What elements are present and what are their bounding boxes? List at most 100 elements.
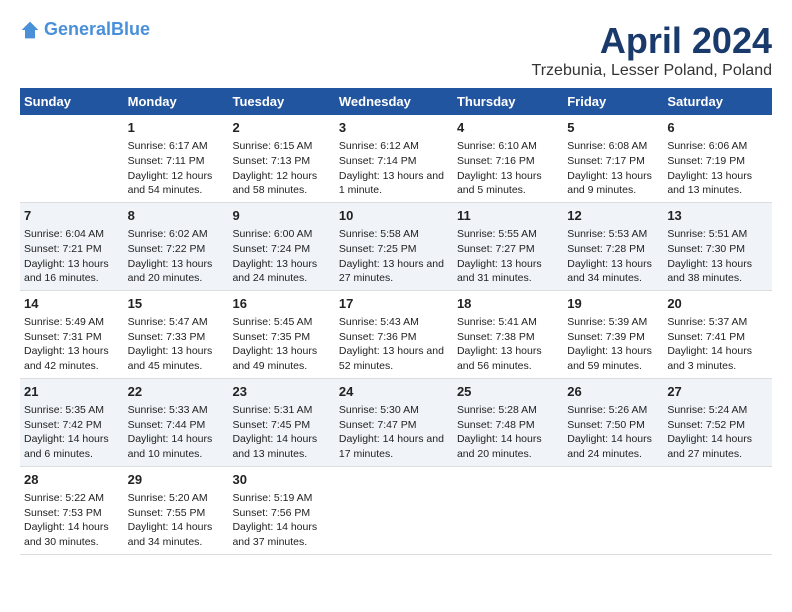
day-number: 29: [128, 471, 225, 489]
sunset-text: Sunset: 7:16 PM: [457, 154, 559, 169]
sunset-text: Sunset: 7:47 PM: [339, 418, 449, 433]
day-number: 16: [232, 295, 330, 313]
calendar-cell: [20, 115, 124, 202]
col-header-tuesday: Tuesday: [228, 88, 334, 115]
sunset-text: Sunset: 7:19 PM: [667, 154, 768, 169]
sunset-text: Sunset: 7:27 PM: [457, 242, 559, 257]
day-number: 6: [667, 119, 768, 137]
calendar-cell: [563, 466, 663, 554]
cell-content: 2Sunrise: 6:15 AMSunset: 7:13 PMDaylight…: [232, 119, 330, 198]
sunset-text: Sunset: 7:53 PM: [24, 506, 120, 521]
logo-blue: Blue: [111, 19, 150, 39]
main-title: April 2024: [532, 20, 772, 62]
week-row-4: 21Sunrise: 5:35 AMSunset: 7:42 PMDayligh…: [20, 378, 772, 466]
day-number: 22: [128, 383, 225, 401]
calendar-cell: 22Sunrise: 5:33 AMSunset: 7:44 PMDayligh…: [124, 378, 229, 466]
logo: GeneralBlue: [20, 20, 150, 40]
calendar-cell: 30Sunrise: 5:19 AMSunset: 7:56 PMDayligh…: [228, 466, 334, 554]
day-number: 28: [24, 471, 120, 489]
day-number: 18: [457, 295, 559, 313]
calendar-cell: 9 Sunrise: 6:00 AMSunset: 7:24 PMDaylight…: [228, 202, 334, 290]
calendar-cell: [335, 466, 453, 554]
cell-content: 25Sunrise: 5:28 AMSunset: 7:48 PMDayligh…: [457, 383, 559, 462]
calendar-cell: 4Sunrise: 6:10 AMSunset: 7:16 PMDaylight…: [453, 115, 563, 202]
cell-content: 4Sunrise: 6:10 AMSunset: 7:16 PMDaylight…: [457, 119, 559, 198]
sunrise-text: Sunrise: 6:00 AM: [232, 227, 330, 242]
week-row-3: 14Sunrise: 5:49 AMSunset: 7:31 PMDayligh…: [20, 290, 772, 378]
daylight-text: Daylight: 13 hours and 9 minutes.: [567, 169, 659, 198]
calendar-cell: 19Sunrise: 5:39 AMSunset: 7:39 PMDayligh…: [563, 290, 663, 378]
sunrise-text: Sunrise: 5:28 AM: [457, 403, 559, 418]
cell-content: 19Sunrise: 5:39 AMSunset: 7:39 PMDayligh…: [567, 295, 659, 374]
sunrise-text: Sunrise: 5:24 AM: [667, 403, 768, 418]
day-number: 10: [339, 207, 449, 225]
page-header: GeneralBlue April 2024 Trzebunia, Lesser…: [20, 20, 772, 80]
cell-content: 12Sunrise: 5:53 AMSunset: 7:28 PMDayligh…: [567, 207, 659, 286]
calendar-cell: 26Sunrise: 5:26 AMSunset: 7:50 PMDayligh…: [563, 378, 663, 466]
sunrise-text: Sunrise: 6:12 AM: [339, 139, 449, 154]
calendar-cell: 20Sunrise: 5:37 AMSunset: 7:41 PMDayligh…: [663, 290, 772, 378]
daylight-text: Daylight: 12 hours and 54 minutes.: [128, 169, 225, 198]
cell-content: 22Sunrise: 5:33 AMSunset: 7:44 PMDayligh…: [128, 383, 225, 462]
cell-content: 16Sunrise: 5:45 AMSunset: 7:35 PMDayligh…: [232, 295, 330, 374]
sunset-text: Sunset: 7:55 PM: [128, 506, 225, 521]
sunrise-text: Sunrise: 5:37 AM: [667, 315, 768, 330]
sunset-text: Sunset: 7:24 PM: [232, 242, 330, 257]
calendar-table: SundayMondayTuesdayWednesdayThursdayFrid…: [20, 88, 772, 555]
daylight-text: Daylight: 13 hours and 42 minutes.: [24, 344, 120, 373]
calendar-cell: 13Sunrise: 5:51 AMSunset: 7:30 PMDayligh…: [663, 202, 772, 290]
sunset-text: Sunset: 7:17 PM: [567, 154, 659, 169]
daylight-text: Daylight: 13 hours and 24 minutes.: [232, 257, 330, 286]
sunrise-text: Sunrise: 6:08 AM: [567, 139, 659, 154]
daylight-text: Daylight: 13 hours and 31 minutes.: [457, 257, 559, 286]
daylight-text: Daylight: 13 hours and 59 minutes.: [567, 344, 659, 373]
calendar-cell: 15Sunrise: 5:47 AMSunset: 7:33 PMDayligh…: [124, 290, 229, 378]
col-header-friday: Friday: [563, 88, 663, 115]
daylight-text: Daylight: 14 hours and 20 minutes.: [457, 432, 559, 461]
cell-content: 9 Sunrise: 6:00 AMSunset: 7:24 PMDaylight…: [232, 207, 330, 286]
day-number: 4: [457, 119, 559, 137]
day-number: 17: [339, 295, 449, 313]
sunrise-text: Sunrise: 6:17 AM: [128, 139, 225, 154]
subtitle: Trzebunia, Lesser Poland, Poland: [532, 62, 772, 80]
calendar-cell: 21Sunrise: 5:35 AMSunset: 7:42 PMDayligh…: [20, 378, 124, 466]
cell-content: 24Sunrise: 5:30 AMSunset: 7:47 PMDayligh…: [339, 383, 449, 462]
day-number: 25: [457, 383, 559, 401]
cell-content: 13Sunrise: 5:51 AMSunset: 7:30 PMDayligh…: [667, 207, 768, 286]
sunset-text: Sunset: 7:56 PM: [232, 506, 330, 521]
daylight-text: Daylight: 13 hours and 1 minute.: [339, 169, 449, 198]
week-row-5: 28Sunrise: 5:22 AMSunset: 7:53 PMDayligh…: [20, 466, 772, 554]
day-number: 21: [24, 383, 120, 401]
day-number: 3: [339, 119, 449, 137]
sunrise-text: Sunrise: 5:39 AM: [567, 315, 659, 330]
sunset-text: Sunset: 7:14 PM: [339, 154, 449, 169]
daylight-text: Daylight: 13 hours and 38 minutes.: [667, 257, 768, 286]
calendar-cell: 23Sunrise: 5:31 AMSunset: 7:45 PMDayligh…: [228, 378, 334, 466]
cell-content: 11Sunrise: 5:55 AMSunset: 7:27 PMDayligh…: [457, 207, 559, 286]
day-number: 5: [567, 119, 659, 137]
sunrise-text: Sunrise: 6:02 AM: [128, 227, 225, 242]
cell-content: 5 Sunrise: 6:08 AMSunset: 7:17 PMDaylight…: [567, 119, 659, 198]
daylight-text: Daylight: 13 hours and 52 minutes.: [339, 344, 449, 373]
calendar-cell: [663, 466, 772, 554]
calendar-cell: 27Sunrise: 5:24 AMSunset: 7:52 PMDayligh…: [663, 378, 772, 466]
cell-content: 26Sunrise: 5:26 AMSunset: 7:50 PMDayligh…: [567, 383, 659, 462]
col-header-saturday: Saturday: [663, 88, 772, 115]
day-number: 2: [232, 119, 330, 137]
sunset-text: Sunset: 7:45 PM: [232, 418, 330, 433]
logo-general: General: [44, 19, 111, 39]
week-row-2: 7Sunrise: 6:04 AMSunset: 7:21 PMDaylight…: [20, 202, 772, 290]
daylight-text: Daylight: 13 hours and 5 minutes.: [457, 169, 559, 198]
sunset-text: Sunset: 7:25 PM: [339, 242, 449, 257]
daylight-text: Daylight: 14 hours and 17 minutes.: [339, 432, 449, 461]
calendar-cell: 7Sunrise: 6:04 AMSunset: 7:21 PMDaylight…: [20, 202, 124, 290]
calendar-cell: 2Sunrise: 6:15 AMSunset: 7:13 PMDaylight…: [228, 115, 334, 202]
day-number: 12: [567, 207, 659, 225]
cell-content: 27Sunrise: 5:24 AMSunset: 7:52 PMDayligh…: [667, 383, 768, 462]
logo-text: GeneralBlue: [44, 20, 150, 40]
calendar-cell: 24Sunrise: 5:30 AMSunset: 7:47 PMDayligh…: [335, 378, 453, 466]
day-number: 9: [232, 207, 330, 225]
col-header-sunday: Sunday: [20, 88, 124, 115]
daylight-text: Daylight: 13 hours and 45 minutes.: [128, 344, 225, 373]
cell-content: 20Sunrise: 5:37 AMSunset: 7:41 PMDayligh…: [667, 295, 768, 374]
